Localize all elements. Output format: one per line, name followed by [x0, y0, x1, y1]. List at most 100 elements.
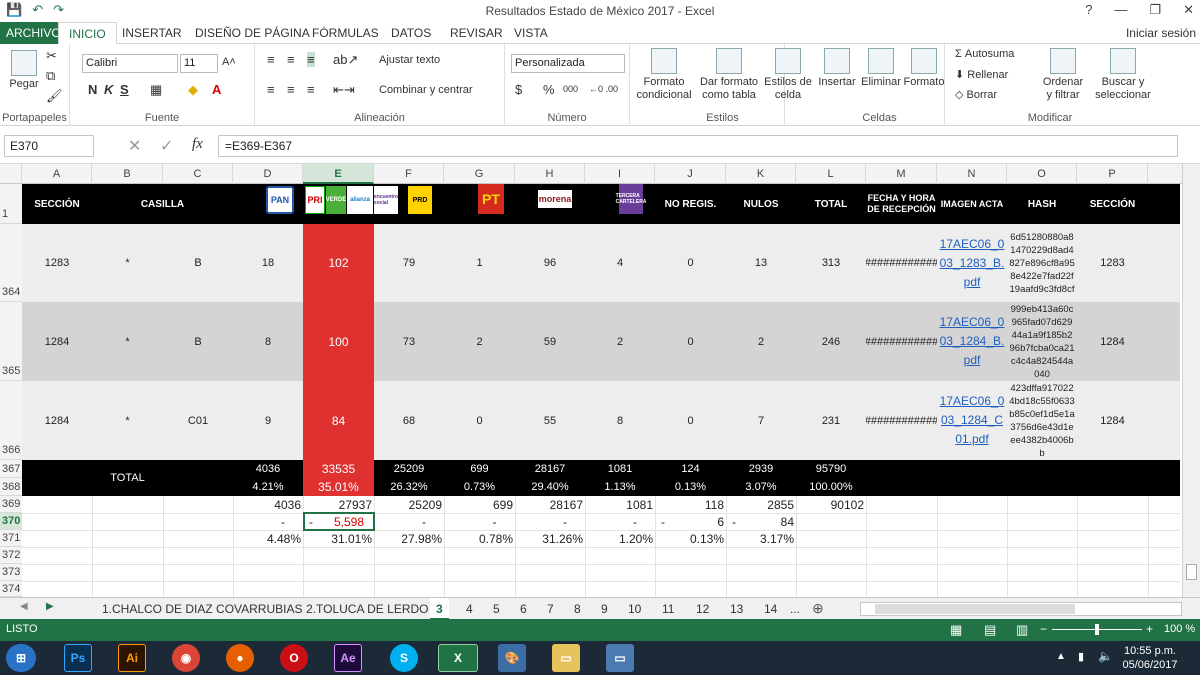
total-value[interactable]: 4036: [233, 460, 303, 478]
percent-button[interactable]: %: [543, 82, 555, 97]
row-header-1[interactable]: 1: [0, 184, 22, 224]
row-header-364[interactable]: 364: [0, 224, 22, 302]
format-painter-icon[interactable]: 🖌: [46, 88, 63, 104]
col-header-m[interactable]: M: [866, 164, 937, 184]
cell-casilla[interactable]: *: [92, 224, 163, 302]
sheet-tab-5[interactable]: 5: [487, 598, 506, 620]
tab-revisar[interactable]: REVISAR: [440, 22, 513, 44]
vertical-scrollbar[interactable]: [1182, 164, 1200, 597]
align-top-icon[interactable]: ≡: [267, 52, 275, 67]
cell-371[interactable]: 0.78%: [444, 530, 513, 547]
decimal-icon[interactable]: ←0 .00: [589, 84, 618, 94]
col-header-e[interactable]: E: [303, 164, 374, 184]
sheet-tab-12[interactable]: 12: [690, 598, 715, 620]
paint-icon[interactable]: 🎨: [498, 644, 526, 672]
delete-cells-button[interactable]: Eliminar: [859, 48, 903, 89]
opera-icon[interactable]: O: [280, 644, 308, 672]
sheet-tab-13[interactable]: 13: [724, 598, 749, 620]
page-break-icon[interactable]: ▥: [1016, 622, 1028, 638]
horizontal-scrollbar[interactable]: [860, 602, 1182, 616]
col-header-d[interactable]: D: [233, 164, 303, 184]
italic-button[interactable]: K: [104, 82, 113, 97]
cell-nulos[interactable]: 7: [726, 381, 796, 460]
cell-pan[interactable]: 8: [233, 302, 303, 381]
align-center-icon[interactable]: ≡: [287, 82, 295, 97]
cell-nulos[interactable]: 13: [726, 224, 796, 302]
row-header-365[interactable]: 365: [0, 302, 22, 381]
horizontal-scrollbar-thumb[interactable]: [875, 604, 1075, 614]
select-all-corner[interactable]: [0, 164, 22, 184]
tab-datos[interactable]: DATOS: [381, 22, 441, 44]
col-header-p[interactable]: P: [1077, 164, 1148, 184]
tab-insertar[interactable]: INSERTAR: [112, 22, 192, 44]
align-left-icon[interactable]: ≡: [267, 82, 275, 97]
cell-370[interactable]: 84: [726, 513, 794, 530]
clock[interactable]: 10:55 p.m. 05/06/2017: [1120, 644, 1180, 672]
cell-369[interactable]: 699: [444, 496, 513, 513]
row-header-367[interactable]: 367: [0, 460, 22, 478]
cell-noreg[interactable]: 0: [655, 302, 726, 381]
borders-icon[interactable]: ▦: [150, 82, 162, 98]
total-percent[interactable]: 26.32%: [374, 478, 444, 496]
total-value[interactable]: 1081: [585, 460, 655, 478]
col-header-j[interactable]: J: [655, 164, 726, 184]
cell-pt[interactable]: 2: [444, 302, 515, 381]
col-header-k[interactable]: K: [726, 164, 796, 184]
copy-icon[interactable]: ⧉: [46, 68, 55, 84]
fill-color-icon[interactable]: ◆: [188, 82, 198, 98]
cell-pan[interactable]: 9: [233, 381, 303, 460]
sheet-tab-9[interactable]: 9: [595, 598, 614, 620]
find-select-button[interactable]: Buscar y seleccionar: [1091, 48, 1155, 102]
cell-371[interactable]: 31.01%: [303, 530, 372, 547]
cell-morena[interactable]: 59: [515, 302, 585, 381]
confirm-icon[interactable]: ✓: [160, 136, 173, 156]
minimize-button[interactable]: —: [1114, 2, 1127, 18]
cell-369[interactable]: 90102: [796, 496, 864, 513]
cell-370[interactable]: -: [374, 513, 444, 530]
add-sheet-icon[interactable]: ⊕: [812, 600, 824, 617]
cell-370[interactable]: -: [444, 513, 515, 530]
cell-prd[interactable]: 68: [374, 381, 444, 460]
cell-pan[interactable]: 18: [233, 224, 303, 302]
cell-seccion-2[interactable]: 1284: [1077, 302, 1148, 381]
total-percent[interactable]: 4.21%: [233, 478, 303, 496]
cell-369[interactable]: 27937: [303, 496, 372, 513]
total-percent[interactable]: 100.00%: [796, 478, 866, 496]
sheet-tab-3[interactable]: 3: [430, 598, 449, 620]
tray-arrow-icon[interactable]: ▲: [1056, 651, 1066, 662]
start-button[interactable]: ⊞: [6, 644, 36, 672]
total-value[interactable]: 25209: [374, 460, 444, 478]
cell-369[interactable]: 1081: [585, 496, 653, 513]
cell-tipo[interactable]: B: [163, 302, 233, 381]
next-sheet-icon[interactable]: ▶: [46, 601, 54, 612]
zoom-level[interactable]: 100 %: [1164, 623, 1195, 635]
paste-button[interactable]: Pegar: [6, 50, 42, 91]
excel-taskbar-icon[interactable]: X: [438, 644, 478, 672]
col-header-b[interactable]: B: [92, 164, 163, 184]
clear-button[interactable]: ◇ Borrar: [955, 88, 997, 101]
scrollbar-thumb[interactable]: [1186, 564, 1197, 580]
firefox-icon[interactable]: ●: [226, 644, 254, 672]
tab-inicio[interactable]: INICIO: [58, 22, 117, 44]
cell-styles-button[interactable]: Estilos de celda: [758, 48, 818, 102]
cell-morena[interactable]: 55: [515, 381, 585, 460]
help-button[interactable]: ?: [1085, 2, 1092, 18]
sort-filter-button[interactable]: Ordenar y filtrar: [1037, 48, 1089, 102]
col-header-h[interactable]: H: [515, 164, 585, 184]
cell-acta-link[interactable]: 17AEC06_003_1284_C01.pdf: [937, 381, 1007, 460]
total-percent[interactable]: 35.01%: [303, 478, 374, 496]
total-value[interactable]: 699: [444, 460, 515, 478]
total-value[interactable]: 124: [655, 460, 726, 478]
cell-pri[interactable]: 100: [303, 302, 374, 381]
cell-hash[interactable]: 423dffa9170224bd18c55f0633b85c0ef1d5e1a3…: [1007, 381, 1077, 460]
fill-button[interactable]: ⬇ Rellenar: [955, 68, 1008, 81]
chrome-icon[interactable]: ◉: [172, 644, 200, 672]
cell-369[interactable]: 28167: [515, 496, 583, 513]
photo-viewer-icon[interactable]: ▭: [606, 644, 634, 672]
cell-371[interactable]: 4.48%: [233, 530, 301, 547]
font-name-select[interactable]: Calibri: [82, 54, 178, 73]
total-percent[interactable]: 0.13%: [655, 478, 726, 496]
total-percent[interactable]: 1.13%: [585, 478, 655, 496]
cell-370[interactable]: -: [233, 513, 303, 530]
row-header-366[interactable]: 366: [0, 381, 22, 460]
